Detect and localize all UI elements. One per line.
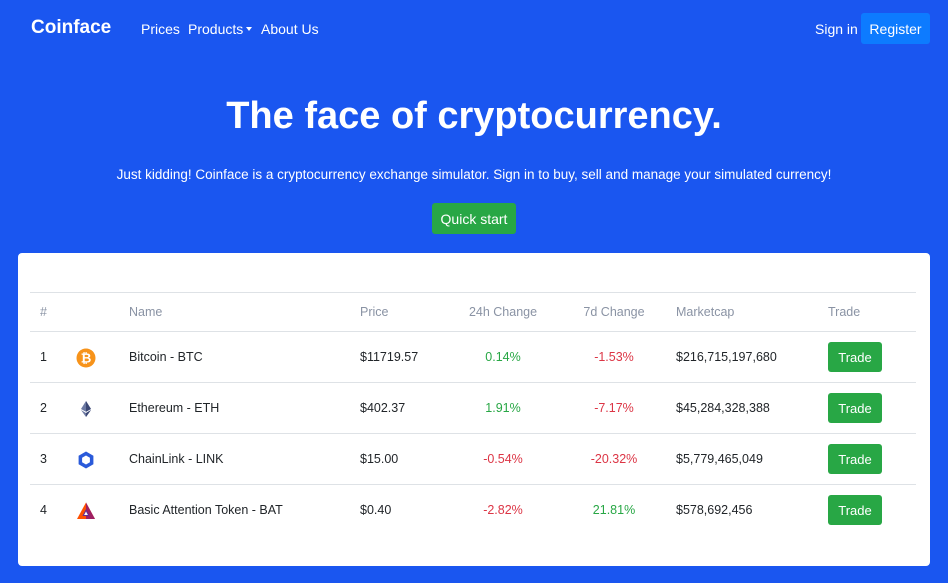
price-cell: $0.40	[360, 503, 392, 517]
name-cell: Bitcoin - BTC	[129, 350, 203, 364]
nav-link-prices[interactable]: Prices	[141, 21, 180, 37]
change-24h-cell: -2.82%	[483, 503, 523, 517]
basic-attention-token-icon	[77, 502, 95, 519]
nav-link-products[interactable]: Products	[188, 21, 253, 37]
brand-logo[interactable]: Coinface	[31, 17, 111, 39]
header-trade: Trade	[828, 305, 861, 319]
hero-title: The face of cryptocurrency.	[226, 95, 722, 137]
change-24h-cell: -0.54%	[483, 452, 523, 466]
register-button[interactable]: Register	[861, 13, 930, 44]
header-name: Name	[129, 305, 163, 319]
nav-link-about-us[interactable]: About Us	[261, 21, 319, 37]
table-row: 3 ChainLink - LINK $15.00 -0.54% -20.32%…	[30, 434, 916, 485]
hero-subtitle: Just kidding! Coinface is a cryptocurren…	[116, 167, 832, 182]
marketcap-cell: $5,779,465,049	[676, 452, 763, 466]
rank-cell: 4	[40, 503, 47, 517]
change-7d-cell: -20.32%	[590, 452, 638, 466]
change-7d-cell: -7.17%	[594, 401, 634, 415]
change-24h-cell: 0.14%	[485, 350, 521, 364]
header-rank: #	[40, 305, 47, 319]
caret-down-icon	[246, 27, 253, 31]
change-7d-cell: -1.53%	[594, 350, 634, 364]
ethereum-icon	[81, 401, 91, 417]
price-cell: $15.00	[360, 452, 399, 466]
name-cell: Basic Attention Token - BAT	[129, 503, 283, 517]
header-price: Price	[360, 305, 389, 319]
quick-start-button[interactable]: Quick start	[432, 203, 516, 234]
marketcap-cell: $216,715,197,680	[676, 350, 777, 364]
prices-table: # Name Price 24h Change 7d Change Market…	[30, 292, 916, 536]
price-cell: $11719.57	[360, 350, 419, 364]
name-cell: ChainLink - LINK	[129, 452, 224, 466]
change-24h-cell: 1.91%	[485, 401, 521, 415]
name-cell: Ethereum - ETH	[129, 401, 220, 415]
marketcap-cell: $578,692,456	[676, 503, 753, 517]
price-cell: $402.37	[360, 401, 406, 415]
marketcap-cell: $45,284,328,388	[676, 401, 770, 415]
header-7d-change: 7d Change	[583, 305, 645, 319]
change-7d-cell: 21.81%	[592, 503, 636, 517]
table-header: # Name Price 24h Change 7d Change Market…	[30, 292, 916, 332]
header-marketcap: Marketcap	[676, 305, 735, 319]
trade-button[interactable]: Trade	[828, 495, 882, 525]
svg-text:₿: ₿	[81, 352, 92, 367]
navbar: Coinface Prices Products About Us Sign i…	[0, 0, 948, 58]
rank-cell: 1	[40, 350, 47, 364]
sign-in-link[interactable]: Sign in	[815, 21, 858, 37]
chainlink-icon	[78, 451, 94, 469]
trade-button[interactable]: Trade	[828, 444, 882, 474]
nav-link-products-label: Products	[188, 21, 244, 37]
table-row: 4 Basic Attention Token - BAT $0.40 -2.8…	[30, 485, 916, 536]
table-row: 2 Ethereum - ETH $402.37 1.91% -7.17% $4…	[30, 383, 916, 434]
rank-cell: 3	[40, 452, 47, 466]
bitcoin-icon: ₿	[76, 348, 96, 368]
table-row: 1 ₿ Bitcoin - BTC $11719.57 0.14% -1.53%…	[30, 332, 916, 383]
trade-button[interactable]: Trade	[828, 342, 882, 372]
rank-cell: 2	[40, 401, 47, 415]
header-24h-change: 24h Change	[468, 305, 538, 319]
trade-button[interactable]: Trade	[828, 393, 882, 423]
prices-card: # Name Price 24h Change 7d Change Market…	[18, 253, 930, 566]
